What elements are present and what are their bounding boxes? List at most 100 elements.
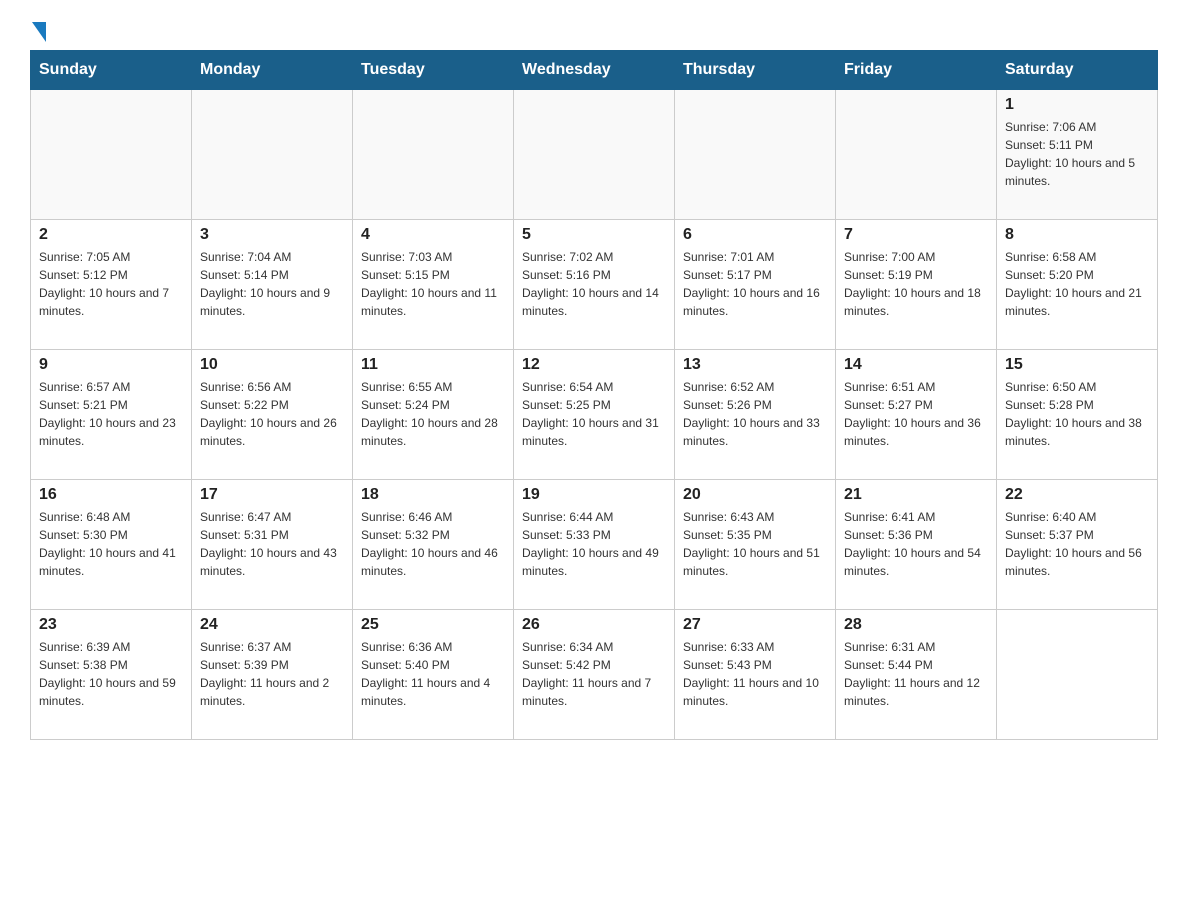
- calendar-cell: 9 Sunrise: 6:57 AM Sunset: 5:21 PM Daylig…: [31, 350, 192, 480]
- day-info: Sunrise: 6:57 AM Sunset: 5:21 PM Dayligh…: [39, 378, 183, 450]
- day-info: Sunrise: 6:43 AM Sunset: 5:35 PM Dayligh…: [683, 508, 827, 580]
- day-info: Sunrise: 6:41 AM Sunset: 5:36 PM Dayligh…: [844, 508, 988, 580]
- day-number: 3: [200, 226, 344, 244]
- calendar-cell: 16 Sunrise: 6:48 AM Sunset: 5:30 PM Dayli…: [31, 480, 192, 610]
- day-info: Sunrise: 6:54 AM Sunset: 5:25 PM Dayligh…: [522, 378, 666, 450]
- day-number: 6: [683, 226, 827, 244]
- day-number: 5: [522, 226, 666, 244]
- calendar-cell: 17 Sunrise: 6:47 AM Sunset: 5:31 PM Dayli…: [192, 480, 353, 610]
- day-info: Sunrise: 7:06 AM Sunset: 5:11 PM Dayligh…: [1005, 118, 1149, 190]
- calendar-cell: [836, 90, 997, 220]
- calendar-cell: 6 Sunrise: 7:01 AM Sunset: 5:17 PM Daylig…: [675, 220, 836, 350]
- day-number: 14: [844, 356, 988, 374]
- day-info: Sunrise: 6:40 AM Sunset: 5:37 PM Dayligh…: [1005, 508, 1149, 580]
- day-number: 19: [522, 486, 666, 504]
- logo-arrow-icon: [32, 22, 46, 42]
- calendar-cell: 28 Sunrise: 6:31 AM Sunset: 5:44 PM Dayli…: [836, 610, 997, 740]
- calendar-cell: [31, 90, 192, 220]
- calendar-cell: 14 Sunrise: 6:51 AM Sunset: 5:27 PM Dayli…: [836, 350, 997, 480]
- calendar-cell: 23 Sunrise: 6:39 AM Sunset: 5:38 PM Dayli…: [31, 610, 192, 740]
- calendar-cell: 15 Sunrise: 6:50 AM Sunset: 5:28 PM Dayli…: [997, 350, 1158, 480]
- calendar-cell: [353, 90, 514, 220]
- day-info: Sunrise: 7:05 AM Sunset: 5:12 PM Dayligh…: [39, 248, 183, 320]
- calendar-cell: 19 Sunrise: 6:44 AM Sunset: 5:33 PM Dayli…: [514, 480, 675, 610]
- day-info: Sunrise: 6:58 AM Sunset: 5:20 PM Dayligh…: [1005, 248, 1149, 320]
- day-number: 2: [39, 226, 183, 244]
- day-number: 7: [844, 226, 988, 244]
- day-info: Sunrise: 6:47 AM Sunset: 5:31 PM Dayligh…: [200, 508, 344, 580]
- calendar-cell: 8 Sunrise: 6:58 AM Sunset: 5:20 PM Daylig…: [997, 220, 1158, 350]
- calendar-week-row: 1 Sunrise: 7:06 AM Sunset: 5:11 PM Daylig…: [31, 90, 1158, 220]
- day-info: Sunrise: 6:50 AM Sunset: 5:28 PM Dayligh…: [1005, 378, 1149, 450]
- calendar-cell: 11 Sunrise: 6:55 AM Sunset: 5:24 PM Dayli…: [353, 350, 514, 480]
- page-header: [30, 20, 1158, 40]
- day-number: 24: [200, 616, 344, 634]
- day-info: Sunrise: 6:52 AM Sunset: 5:26 PM Dayligh…: [683, 378, 827, 450]
- day-number: 22: [1005, 486, 1149, 504]
- calendar-cell: 26 Sunrise: 6:34 AM Sunset: 5:42 PM Dayli…: [514, 610, 675, 740]
- day-of-week-header: Thursday: [675, 51, 836, 90]
- day-number: 12: [522, 356, 666, 374]
- day-info: Sunrise: 6:48 AM Sunset: 5:30 PM Dayligh…: [39, 508, 183, 580]
- calendar-cell: 25Sunrise: 6:36 AM Sunset: 5:40 PM Dayli…: [353, 610, 514, 740]
- day-number: 1: [1005, 96, 1149, 114]
- day-number: 26: [522, 616, 666, 634]
- day-info: Sunrise: 6:34 AM Sunset: 5:42 PM Dayligh…: [522, 638, 666, 710]
- day-of-week-header: Monday: [192, 51, 353, 90]
- calendar-week-row: 16 Sunrise: 6:48 AM Sunset: 5:30 PM Dayli…: [31, 480, 1158, 610]
- day-number: 28: [844, 616, 988, 634]
- day-number: 11: [361, 356, 505, 374]
- day-info: Sunrise: 6:56 AM Sunset: 5:22 PM Dayligh…: [200, 378, 344, 450]
- day-number: 20: [683, 486, 827, 504]
- calendar-cell: 21 Sunrise: 6:41 AM Sunset: 5:36 PM Dayli…: [836, 480, 997, 610]
- day-of-week-header: Wednesday: [514, 51, 675, 90]
- calendar-week-row: 9 Sunrise: 6:57 AM Sunset: 5:21 PM Daylig…: [31, 350, 1158, 480]
- day-info: Sunrise: 7:04 AM Sunset: 5:14 PM Dayligh…: [200, 248, 344, 320]
- day-number: 15: [1005, 356, 1149, 374]
- day-of-week-header: Sunday: [31, 51, 192, 90]
- day-number: 13: [683, 356, 827, 374]
- day-number: 17: [200, 486, 344, 504]
- day-number: 23: [39, 616, 183, 634]
- calendar-cell: 20 Sunrise: 6:43 AM Sunset: 5:35 PM Dayli…: [675, 480, 836, 610]
- calendar-cell: [997, 610, 1158, 740]
- day-number: 16: [39, 486, 183, 504]
- calendar-cell: 7 Sunrise: 7:00 AM Sunset: 5:19 PM Daylig…: [836, 220, 997, 350]
- day-info: Sunrise: 6:31 AM Sunset: 5:44 PM Dayligh…: [844, 638, 988, 710]
- day-of-week-header: Saturday: [997, 51, 1158, 90]
- calendar-week-row: 2 Sunrise: 7:05 AM Sunset: 5:12 PM Daylig…: [31, 220, 1158, 350]
- calendar-cell: 4 Sunrise: 7:03 AM Sunset: 5:15 PM Daylig…: [353, 220, 514, 350]
- day-info: Sunrise: 6:39 AM Sunset: 5:38 PM Dayligh…: [39, 638, 183, 710]
- day-info: Sunrise: 7:00 AM Sunset: 5:19 PM Dayligh…: [844, 248, 988, 320]
- calendar-cell: 24Sunrise: 6:37 AM Sunset: 5:39 PM Dayli…: [192, 610, 353, 740]
- calendar-cell: 12 Sunrise: 6:54 AM Sunset: 5:25 PM Dayli…: [514, 350, 675, 480]
- day-info: Sunrise: 6:33 AM Sunset: 5:43 PM Dayligh…: [683, 638, 827, 710]
- logo: [30, 20, 46, 40]
- calendar-table: SundayMondayTuesdayWednesdayThursdayFrid…: [30, 50, 1158, 740]
- calendar-cell: 18 Sunrise: 6:46 AM Sunset: 5:32 PM Dayli…: [353, 480, 514, 610]
- calendar-cell: 13 Sunrise: 6:52 AM Sunset: 5:26 PM Dayli…: [675, 350, 836, 480]
- day-number: 21: [844, 486, 988, 504]
- day-of-week-header: Tuesday: [353, 51, 514, 90]
- day-number: 18: [361, 486, 505, 504]
- day-info: Sunrise: 6:51 AM Sunset: 5:27 PM Dayligh…: [844, 378, 988, 450]
- day-info: Sunrise: 6:44 AM Sunset: 5:33 PM Dayligh…: [522, 508, 666, 580]
- day-number: 27: [683, 616, 827, 634]
- day-info: Sunrise: 6:46 AM Sunset: 5:32 PM Dayligh…: [361, 508, 505, 580]
- calendar-cell: 27 Sunrise: 6:33 AM Sunset: 5:43 PM Dayli…: [675, 610, 836, 740]
- calendar-week-row: 23 Sunrise: 6:39 AM Sunset: 5:38 PM Dayli…: [31, 610, 1158, 740]
- calendar-cell: [192, 90, 353, 220]
- day-number: 9: [39, 356, 183, 374]
- calendar-cell: 2 Sunrise: 7:05 AM Sunset: 5:12 PM Daylig…: [31, 220, 192, 350]
- day-info: Sunrise: 7:02 AM Sunset: 5:16 PM Dayligh…: [522, 248, 666, 320]
- calendar-cell: 10Sunrise: 6:56 AM Sunset: 5:22 PM Dayli…: [192, 350, 353, 480]
- day-info: Sunrise: 7:03 AM Sunset: 5:15 PM Dayligh…: [361, 248, 505, 320]
- day-number: 4: [361, 226, 505, 244]
- day-info: Sunrise: 6:55 AM Sunset: 5:24 PM Dayligh…: [361, 378, 505, 450]
- calendar-header-row: SundayMondayTuesdayWednesdayThursdayFrid…: [31, 51, 1158, 90]
- calendar-cell: 3 Sunrise: 7:04 AM Sunset: 5:14 PM Daylig…: [192, 220, 353, 350]
- calendar-cell: 22 Sunrise: 6:40 AM Sunset: 5:37 PM Dayli…: [997, 480, 1158, 610]
- day-info: Sunrise: 7:01 AM Sunset: 5:17 PM Dayligh…: [683, 248, 827, 320]
- day-number: 8: [1005, 226, 1149, 244]
- calendar-cell: 5 Sunrise: 7:02 AM Sunset: 5:16 PM Daylig…: [514, 220, 675, 350]
